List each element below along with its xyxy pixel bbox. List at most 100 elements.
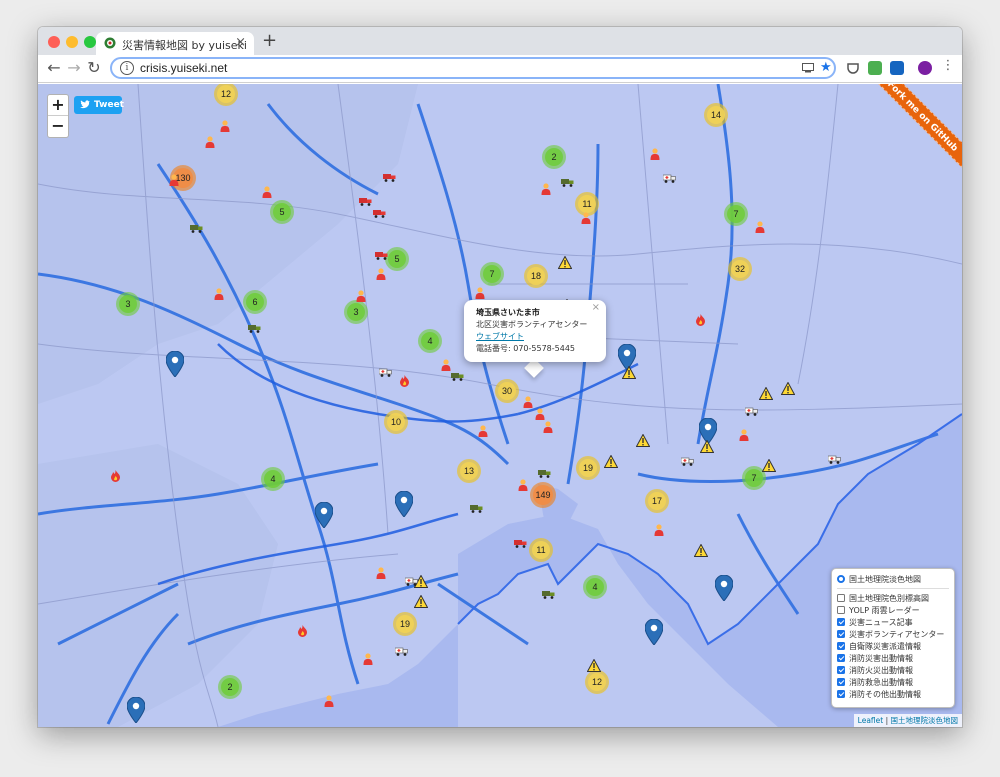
cluster-marker[interactable]: 7 xyxy=(724,202,748,226)
volunteer-center-icon[interactable] xyxy=(169,174,179,186)
menu-dots-icon[interactable]: ⋮ xyxy=(938,58,958,73)
cluster-marker[interactable]: 19 xyxy=(393,612,417,636)
volunteer-center-icon[interactable] xyxy=(650,148,660,160)
warning-icon[interactable] xyxy=(762,459,776,472)
volunteer-center-icon[interactable] xyxy=(214,288,224,300)
tweet-button[interactable]: Tweet xyxy=(74,96,124,114)
cluster-marker[interactable]: 10 xyxy=(384,410,408,434)
volunteer-center-icon[interactable] xyxy=(356,290,366,302)
volunteer-center-icon[interactable] xyxy=(441,359,451,371)
sdf-truck-icon[interactable] xyxy=(542,590,555,599)
fire-icon[interactable] xyxy=(695,314,706,326)
cluster-marker[interactable]: 11 xyxy=(529,538,553,562)
minimize-window-button[interactable] xyxy=(66,36,78,48)
volunteer-center-icon[interactable] xyxy=(543,421,553,433)
zoom-out-button[interactable]: − xyxy=(48,116,68,137)
map-pin-icon[interactable] xyxy=(315,502,333,528)
checkbox-checked[interactable] xyxy=(837,678,845,686)
map-pin-icon[interactable] xyxy=(645,619,663,645)
map-pin-icon[interactable] xyxy=(166,351,184,377)
volunteer-center-icon[interactable] xyxy=(363,653,373,665)
volunteer-center-icon[interactable] xyxy=(220,120,230,132)
tiles-link[interactable]: 国土地理院淡色地図 xyxy=(891,716,959,725)
tab-close-icon[interactable]: × xyxy=(235,35,246,50)
extension-icon[interactable] xyxy=(890,61,904,75)
volunteer-center-icon[interactable] xyxy=(523,396,533,408)
checkbox-checked[interactable] xyxy=(837,690,845,698)
pocket-icon[interactable] xyxy=(846,61,860,75)
layer-option[interactable]: 自衛隊災害派遣情報 xyxy=(837,640,949,652)
fire-icon[interactable] xyxy=(110,470,121,482)
volunteer-center-icon[interactable] xyxy=(535,408,545,420)
warning-icon[interactable] xyxy=(414,595,428,608)
cluster-marker[interactable]: 7 xyxy=(480,262,504,286)
volunteer-center-icon[interactable] xyxy=(654,524,664,536)
new-tab-button[interactable]: + xyxy=(262,30,277,51)
volunteer-center-icon[interactable] xyxy=(205,136,215,148)
volunteer-center-icon[interactable] xyxy=(324,695,334,707)
close-window-button[interactable] xyxy=(48,36,60,48)
bookmark-star-icon[interactable]: ★ xyxy=(820,60,832,75)
checkbox-checked[interactable] xyxy=(837,666,845,674)
back-arrow-icon[interactable]: ← xyxy=(44,58,64,77)
fire-icon[interactable] xyxy=(297,625,308,637)
checkbox-checked[interactable] xyxy=(837,642,845,650)
fire-truck-icon[interactable] xyxy=(359,197,372,206)
cast-icon[interactable] xyxy=(802,63,814,73)
cluster-marker[interactable]: 3 xyxy=(116,292,140,316)
checkbox-checked[interactable] xyxy=(837,654,845,662)
cluster-marker[interactable]: 2 xyxy=(542,145,566,169)
sdf-truck-icon[interactable] xyxy=(451,372,464,381)
cluster-marker[interactable]: 32 xyxy=(728,257,752,281)
map-pin-icon[interactable] xyxy=(715,575,733,601)
warning-icon[interactable] xyxy=(587,659,601,672)
cluster-marker[interactable]: 4 xyxy=(261,467,285,491)
sdf-truck-icon[interactable] xyxy=(561,178,574,187)
cluster-marker[interactable]: 6 xyxy=(243,290,267,314)
map-pin-icon[interactable] xyxy=(127,697,145,723)
cluster-marker[interactable]: 13 xyxy=(457,459,481,483)
popup-website-link[interactable]: ウェブサイト xyxy=(476,332,524,341)
cluster-marker[interactable]: 19 xyxy=(576,456,600,480)
cluster-marker[interactable]: 18 xyxy=(524,264,548,288)
fire-icon[interactable] xyxy=(399,375,410,387)
volunteer-center-icon[interactable] xyxy=(739,429,749,441)
warning-icon[interactable] xyxy=(622,366,636,379)
sdf-truck-icon[interactable] xyxy=(538,469,551,478)
cluster-marker[interactable]: 4 xyxy=(418,329,442,353)
sdf-truck-icon[interactable] xyxy=(190,224,203,233)
layer-option[interactable]: YOLP 雨雲レーダー xyxy=(837,604,949,616)
fire-truck-icon[interactable] xyxy=(514,539,527,548)
popup-close-button[interactable]: × xyxy=(592,302,600,314)
ambulance-icon[interactable] xyxy=(379,368,392,377)
warning-icon[interactable] xyxy=(636,434,650,447)
ambulance-icon[interactable] xyxy=(681,457,694,466)
ambulance-icon[interactable] xyxy=(745,407,758,416)
ambulance-icon[interactable] xyxy=(828,455,841,464)
volunteer-center-icon[interactable] xyxy=(755,221,765,233)
fire-truck-icon[interactable] xyxy=(373,209,386,218)
layer-option[interactable]: 消防救急出動情報 xyxy=(837,676,949,688)
map-pin-icon[interactable] xyxy=(395,491,413,517)
volunteer-center-icon[interactable] xyxy=(478,425,488,437)
extension-icon[interactable] xyxy=(868,61,882,75)
volunteer-center-icon[interactable] xyxy=(262,186,272,198)
volunteer-center-icon[interactable] xyxy=(376,567,386,579)
cluster-marker[interactable]: 5 xyxy=(270,200,294,224)
base-layer-option[interactable]: 国土地理院淡色地図 xyxy=(837,573,949,585)
cluster-marker[interactable]: 149 xyxy=(530,482,556,508)
warning-icon[interactable] xyxy=(781,382,795,395)
layer-option[interactable]: 災害ボランティアセンター xyxy=(837,628,949,640)
browser-tab[interactable]: 災害情報地図 by yuiseki × xyxy=(96,32,254,55)
layer-option[interactable]: 消防火災出動情報 xyxy=(837,664,949,676)
cluster-marker[interactable]: 30 xyxy=(495,379,519,403)
maximize-window-button[interactable] xyxy=(84,36,96,48)
checkbox-unchecked[interactable] xyxy=(837,594,845,602)
checkbox-unchecked[interactable] xyxy=(837,606,845,614)
map-area[interactable]: + − Tweet Fork me on GitHub 12 14 130 2 … xyxy=(38,84,962,727)
fire-truck-icon[interactable] xyxy=(383,173,396,182)
leaflet-link[interactable]: Leaflet xyxy=(858,716,884,725)
volunteer-center-icon[interactable] xyxy=(475,287,485,299)
volunteer-center-icon[interactable] xyxy=(541,183,551,195)
warning-icon[interactable] xyxy=(694,544,708,557)
